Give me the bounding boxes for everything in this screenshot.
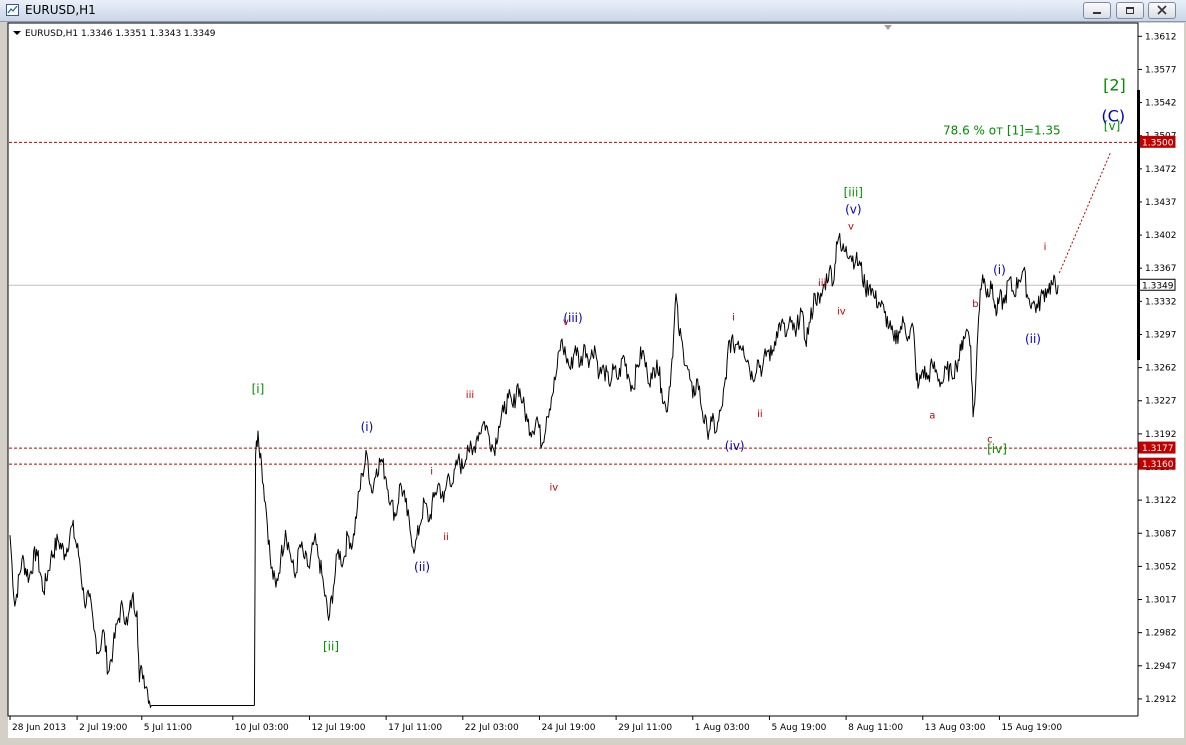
wave-label[interactable]: ii bbox=[757, 409, 763, 420]
y-tick-label: 1.3437 bbox=[1145, 198, 1177, 208]
chart-window-icon bbox=[6, 4, 19, 16]
y-tick-label: 1.2982 bbox=[1145, 629, 1177, 639]
wave-label[interactable]: i bbox=[1044, 242, 1047, 253]
window-title: EURUSD,H1 bbox=[25, 3, 96, 17]
price-chart[interactable]: EURUSD,H1 1.3346 1.3351 1.3343 1.3349 [i… bbox=[0, 22, 1186, 745]
wave-label[interactable]: (iv) bbox=[725, 439, 745, 453]
x-tick-label: 1 Aug 03:00 bbox=[695, 723, 750, 733]
wave-label[interactable]: (C) bbox=[1101, 106, 1125, 125]
window-titlebar: EURUSD,H1 bbox=[0, 0, 1186, 22]
wave-label[interactable]: i bbox=[732, 312, 735, 323]
x-tick-label: 13 Aug 03:00 bbox=[925, 723, 986, 733]
y-tick-label: 1.3017 bbox=[1145, 596, 1177, 606]
y-tick-label: 1.3087 bbox=[1145, 529, 1177, 539]
y-tick-label: 1.3297 bbox=[1145, 330, 1177, 340]
wave-label[interactable]: [iii] bbox=[844, 185, 863, 199]
x-tick-label: 17 Jul 11:00 bbox=[388, 723, 442, 733]
y-tick-label: 1.3542 bbox=[1145, 99, 1177, 109]
wave-label[interactable]: [ii] bbox=[323, 640, 339, 654]
scroll-indicator bbox=[1137, 90, 1140, 360]
wave-label[interactable]: (i) bbox=[993, 263, 1006, 277]
x-tick-label: 24 Jul 19:00 bbox=[541, 723, 595, 733]
wave-label[interactable]: iv bbox=[549, 483, 558, 494]
x-tick-label: 8 Aug 11:00 bbox=[848, 723, 903, 733]
x-tick-label: 2 Jul 19:00 bbox=[79, 723, 128, 733]
wave-label[interactable]: i bbox=[430, 467, 433, 478]
wave-label[interactable]: b bbox=[972, 299, 978, 310]
wave-label[interactable]: v bbox=[848, 221, 854, 232]
x-tick-label: 29 Jul 11:00 bbox=[618, 723, 672, 733]
x-tick-label: 12 Jul 19:00 bbox=[311, 723, 365, 733]
y-tick-label: 1.3227 bbox=[1145, 397, 1177, 407]
wave-label[interactable]: (ii) bbox=[1025, 332, 1041, 346]
x-tick-label: 22 Jul 03:00 bbox=[465, 723, 519, 733]
y-tick-label: 1.2912 bbox=[1145, 695, 1177, 705]
wave-label[interactable]: [2] bbox=[1103, 75, 1126, 94]
wave-label[interactable]: iv bbox=[837, 307, 846, 318]
symbol-header: EURUSD,H1 1.3346 1.3351 1.3343 1.3349 bbox=[25, 29, 216, 39]
wave-label[interactable]: ii bbox=[443, 532, 449, 543]
y-tick-label: 1.2947 bbox=[1145, 662, 1177, 672]
y-tick-label: 1.3402 bbox=[1145, 231, 1177, 241]
wave-label[interactable]: (v) bbox=[845, 202, 861, 216]
wave-label[interactable]: iii bbox=[818, 278, 826, 289]
wave-label[interactable]: 78.6 % от [1]=1.35 bbox=[943, 124, 1061, 138]
x-tick-label: 15 Aug 19:00 bbox=[1001, 723, 1062, 733]
price-tag-label: 1.3177 bbox=[1142, 444, 1174, 454]
x-tick-label: 28 Jun 2013 bbox=[12, 723, 66, 733]
close-button[interactable] bbox=[1148, 2, 1176, 19]
wave-label[interactable]: iii bbox=[466, 390, 474, 401]
wave-label[interactable]: a bbox=[929, 411, 935, 422]
restore-button[interactable] bbox=[1116, 2, 1144, 19]
wave-label[interactable]: (i) bbox=[361, 420, 374, 434]
restore-icon bbox=[1126, 7, 1134, 14]
price-tag-label: 1.3500 bbox=[1142, 138, 1174, 148]
x-tick-label: 5 Aug 19:00 bbox=[771, 723, 826, 733]
y-tick-label: 1.3472 bbox=[1145, 165, 1177, 175]
x-tick-label: 5 Jul 11:00 bbox=[144, 723, 193, 733]
price-tag-label: 1.3349 bbox=[1142, 281, 1174, 291]
wave-label[interactable]: c bbox=[987, 434, 993, 445]
wave-label[interactable]: [i] bbox=[252, 382, 265, 396]
x-tick-label: 10 Jul 03:00 bbox=[235, 723, 289, 733]
wave-label[interactable]: v bbox=[563, 317, 569, 328]
y-tick-label: 1.3577 bbox=[1145, 65, 1177, 75]
wave-label[interactable]: (ii) bbox=[414, 560, 430, 574]
y-tick-label: 1.3367 bbox=[1145, 264, 1177, 274]
close-icon bbox=[1157, 5, 1167, 15]
price-tag-label: 1.3160 bbox=[1142, 460, 1174, 470]
y-tick-label: 1.3612 bbox=[1145, 32, 1177, 42]
y-tick-label: 1.3052 bbox=[1145, 562, 1177, 572]
y-tick-label: 1.3192 bbox=[1145, 430, 1177, 440]
y-tick-label: 1.3332 bbox=[1145, 297, 1177, 307]
minimize-button[interactable] bbox=[1083, 2, 1111, 19]
y-tick-label: 1.3122 bbox=[1145, 496, 1177, 506]
minimize-icon bbox=[1093, 12, 1101, 14]
y-tick-label: 1.3262 bbox=[1145, 364, 1177, 374]
